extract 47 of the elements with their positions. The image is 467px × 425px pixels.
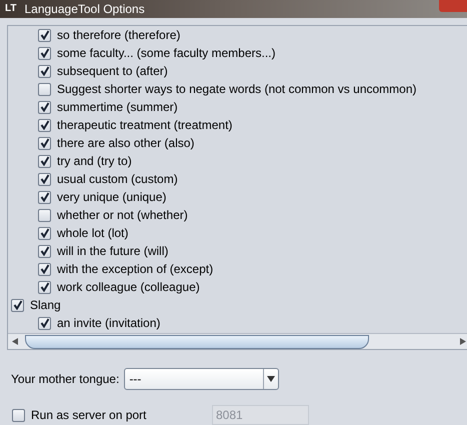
checkbox[interactable] [11, 298, 24, 312]
left-arrow-icon[interactable] [12, 338, 19, 345]
rule-label: an invite (invitation) [57, 315, 160, 332]
checkbox[interactable] [38, 46, 51, 60]
rule-label: work colleague (colleague) [57, 279, 200, 296]
checkbox[interactable] [38, 28, 51, 42]
rule-label: so therefore (therefore) [57, 27, 180, 44]
rule-label: whether or not (whether) [57, 207, 188, 224]
rule-label: will in the future (will) [57, 243, 168, 260]
scrollbar-thumb[interactable] [25, 334, 369, 348]
checkbox[interactable] [38, 154, 51, 168]
horizontal-scrollbar[interactable] [8, 333, 467, 349]
checkbox[interactable] [38, 208, 51, 222]
checkbox[interactable] [38, 82, 51, 96]
checkbox[interactable] [38, 172, 51, 186]
rule-label: Slang [30, 297, 61, 314]
rule-label: some faculty... (some faculty members...) [57, 45, 276, 62]
checkbox[interactable] [38, 118, 51, 132]
rule-label: very unique (unique) [57, 189, 166, 206]
rule-label: whole lot (lot) [57, 225, 128, 242]
app-logo: LT [5, 4, 16, 14]
checkbox[interactable] [38, 280, 51, 294]
mother-tongue-label: Your mother tongue: [11, 371, 120, 388]
window-title: LanguageTool Options [24, 3, 145, 15]
check-icon [40, 318, 50, 328]
checkbox[interactable] [38, 244, 51, 258]
checkbox[interactable] [38, 100, 51, 114]
rule-label: summertime (summer) [57, 99, 178, 116]
checkbox[interactable] [12, 408, 25, 422]
checkbox[interactable] [38, 64, 51, 78]
right-arrow-icon[interactable] [459, 338, 466, 345]
rule-label: Suggest shorter ways to negate words (not common vs uncommon) [57, 81, 416, 98]
checkbox[interactable] [38, 190, 51, 204]
rule-label: therapeutic treatment (treatment) [57, 117, 232, 134]
check-icon [12, 300, 22, 310]
checkbox[interactable] [38, 262, 51, 276]
checkbox[interactable] [38, 316, 51, 330]
rule-label: try and (try to) [57, 153, 132, 170]
run-server-label: Run as server on port [31, 407, 148, 424]
dropdown-arrow-icon [267, 376, 276, 382]
rule-label: there are also other (also) [57, 135, 194, 152]
checkbox[interactable] [38, 136, 51, 150]
checkbox[interactable] [38, 226, 51, 240]
rule-label: usual custom (custom) [57, 171, 178, 188]
rule-label: subsequent to (after) [57, 63, 168, 80]
mother-tongue-dropdown[interactable]: --- [124, 368, 280, 390]
rule-label: with the exception of (except) [57, 261, 214, 278]
